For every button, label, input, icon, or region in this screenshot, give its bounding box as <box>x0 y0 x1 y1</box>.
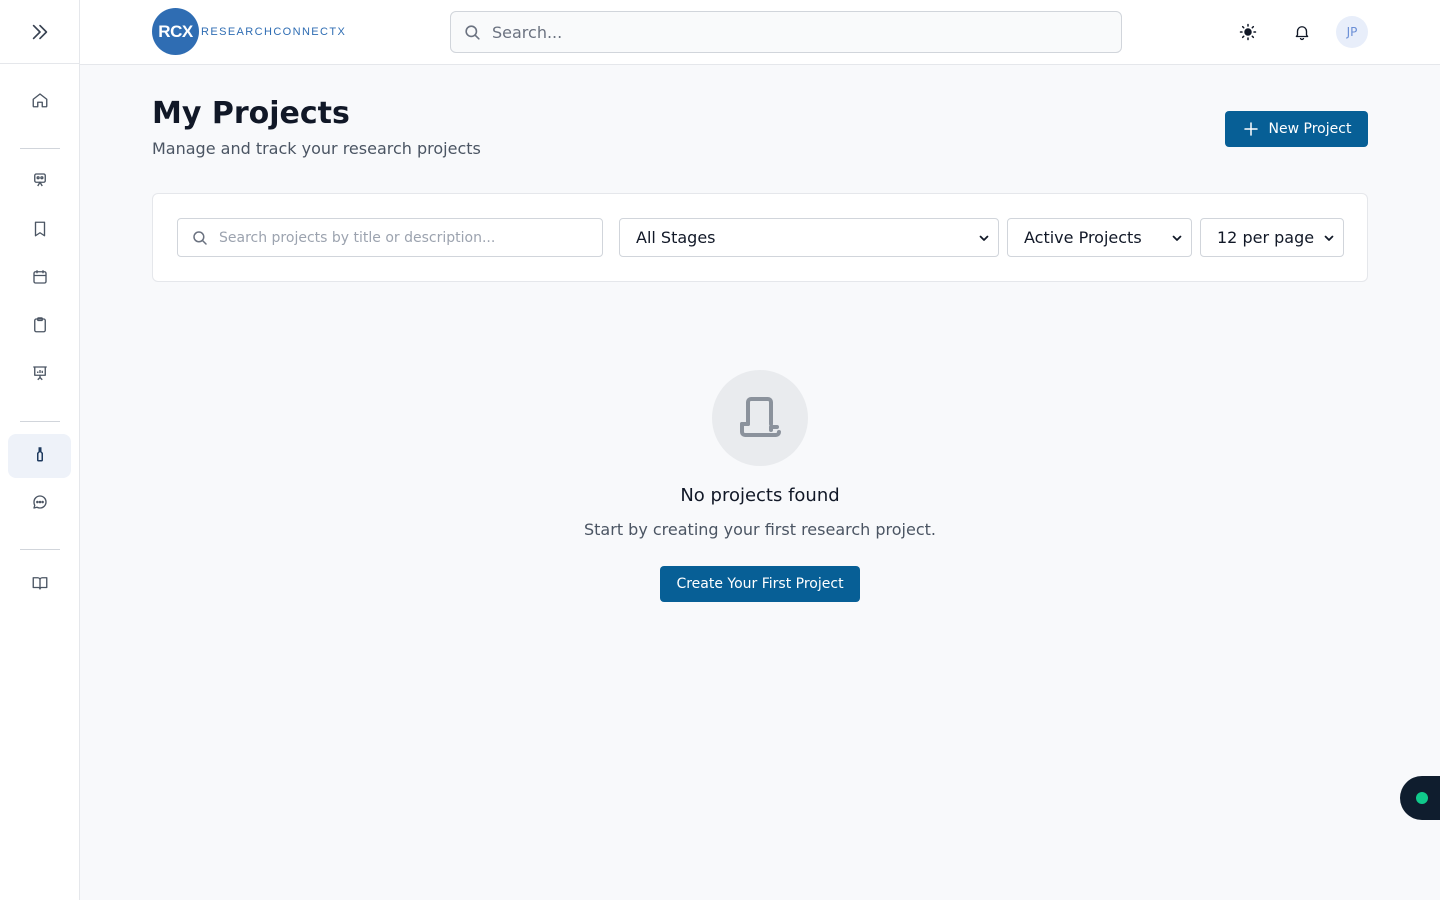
chevron-down-icon <box>1171 232 1183 244</box>
status-select[interactable]: Active Projects <box>1007 218 1192 257</box>
chevrons-right-icon[interactable] <box>29 21 51 43</box>
search-icon <box>463 23 482 42</box>
online-status-dot <box>1416 792 1428 804</box>
project-search <box>177 218 603 257</box>
calendar-icon <box>31 268 49 290</box>
logo-badge: RCX <box>152 8 199 55</box>
project-search-input[interactable] <box>219 229 599 246</box>
book-open-icon <box>31 574 49 596</box>
stage-select[interactable]: All Stages <box>619 218 999 257</box>
scroll-icon <box>738 394 782 442</box>
sidebar-item-projects[interactable] <box>8 434 71 478</box>
empty-state-message: Start by creating your first research pr… <box>584 520 936 539</box>
sidebar-item-mentors[interactable] <box>8 160 71 204</box>
sidebar-item-home[interactable] <box>8 80 71 124</box>
sidebar-item-calendar[interactable] <box>8 257 71 301</box>
bell-icon[interactable] <box>1290 20 1314 44</box>
sidebar-item-presentations[interactable] <box>8 353 71 397</box>
presentation-chart-icon <box>31 364 49 386</box>
new-project-button[interactable]: New Project <box>1225 111 1368 147</box>
page-subtitle: Manage and track your research projects <box>152 139 481 158</box>
chat-widget[interactable] <box>1400 776 1440 820</box>
user-avatar[interactable]: JP <box>1336 16 1368 48</box>
sidebar-divider <box>20 549 60 550</box>
presenter-icon <box>31 171 49 193</box>
sidebar-item-bookmarks[interactable] <box>8 209 71 253</box>
clipboard-icon <box>31 316 49 338</box>
create-first-project-button[interactable]: Create Your First Project <box>660 566 860 602</box>
flask-icon <box>31 445 49 467</box>
sidebar-divider <box>20 421 60 422</box>
brand-logo[interactable]: RCX RESEARCHCONNECTX <box>152 8 346 55</box>
global-search <box>450 11 1122 53</box>
sidebar <box>0 0 80 900</box>
plus-icon <box>1242 120 1260 138</box>
new-project-label: New Project <box>1268 121 1352 137</box>
per-page-select[interactable]: 12 per page <box>1200 218 1344 257</box>
sidebar-item-resources[interactable] <box>8 563 71 607</box>
chevron-down-icon <box>1323 232 1335 244</box>
sidebar-item-tasks[interactable] <box>8 305 71 349</box>
logo-wordmark: RESEARCHCONNECTX <box>201 25 347 38</box>
home-icon <box>31 91 49 113</box>
search-icon <box>191 229 209 247</box>
bookmark-icon <box>31 220 49 242</box>
page-title: My Projects <box>152 96 350 131</box>
per-page-select-value: 12 per page <box>1217 228 1315 247</box>
filter-bar: All Stages Active Projects 12 per page <box>152 193 1368 282</box>
global-search-input[interactable] <box>492 22 1092 42</box>
status-select-value: Active Projects <box>1024 228 1142 247</box>
empty-state-illustration <box>712 370 808 466</box>
stage-select-value: All Stages <box>636 228 716 247</box>
sidebar-divider <box>20 148 60 149</box>
empty-state-title: No projects found <box>680 485 840 506</box>
sun-icon[interactable] <box>1236 20 1260 44</box>
top-header: RCX RESEARCHCONNECTX JP <box>80 0 1440 65</box>
sidebar-header <box>0 0 79 64</box>
chevron-down-icon <box>978 232 990 244</box>
